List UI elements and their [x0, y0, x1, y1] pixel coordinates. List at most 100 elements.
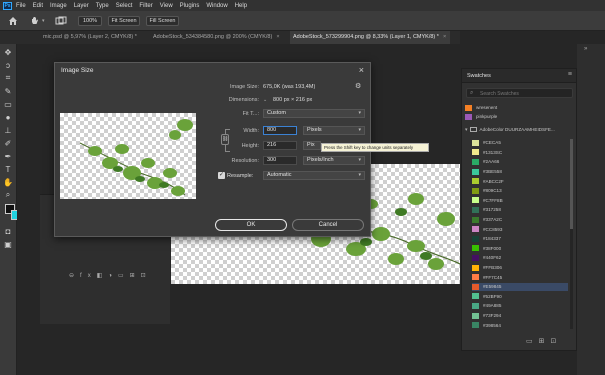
swatch-item[interactable]: #440F62	[472, 254, 501, 262]
chevron-down-icon: ▾	[358, 172, 361, 178]
fill-screen-button[interactable]: Fill Screen	[146, 16, 179, 26]
resolution-label: Resolution:	[231, 158, 259, 164]
cancel-button[interactable]: Cancel	[292, 219, 364, 231]
swatch-label: #809C13	[483, 188, 502, 194]
eraser-tool-icon[interactable]: ▭	[3, 99, 13, 109]
screen-mode-icon[interactable]: ▣	[3, 239, 13, 249]
resample-checkbox[interactable]: ✓	[218, 172, 225, 179]
chevron-down-icon[interactable]: ⌄	[263, 97, 267, 103]
swatch-item[interactable]: #1313SC	[472, 149, 502, 157]
swatch-item[interactable]: #73F294	[472, 312, 501, 320]
menu-type[interactable]: Type	[96, 3, 109, 9]
panel-menu-icon[interactable]: ≡	[568, 71, 572, 78]
tab-mic-psd[interactable]: mic.psd @ 5,97% (Layer 2, CMYK/8) *×	[40, 31, 144, 53]
hand-tool-icon[interactable]: ✋	[3, 177, 13, 187]
swatch-item[interactable]: #FF7C45	[472, 273, 502, 281]
menu-edit[interactable]: Edit	[33, 3, 43, 9]
swatch-chip	[472, 206, 479, 213]
photoshop-logo: Ps	[3, 1, 12, 10]
swatch-label: #73F294	[483, 313, 502, 319]
move-tool-icon[interactable]: ✥	[3, 47, 13, 57]
menu-file[interactable]: File	[16, 3, 26, 9]
swatch-chip	[472, 158, 479, 165]
dimensions-value: 800 px × 216 px	[273, 97, 313, 103]
swatches-footer-icons[interactable]: ▭⊞⊡	[526, 337, 562, 345]
scrollbar-track[interactable]	[570, 139, 573, 329]
panel-title[interactable]: Swatches	[467, 73, 491, 79]
swatch-item[interactable]: #398564	[472, 321, 501, 329]
fit-to-select[interactable]: Custom ▾	[263, 109, 365, 118]
close-icon[interactable]: ×	[359, 65, 364, 75]
swatch-item[interactable]: wresenent	[465, 104, 497, 112]
menu-image[interactable]: Image	[50, 3, 67, 9]
menu-plugins[interactable]: Plugins	[180, 3, 200, 9]
swatch-chip	[472, 187, 479, 194]
width-unit-select[interactable]: Pixels ▾	[303, 126, 365, 135]
brush-tool-icon[interactable]: ✎	[3, 86, 13, 96]
lasso-tool-icon[interactable]: ↄ	[3, 60, 13, 70]
swatch-item[interactable]: #52BF90	[472, 293, 502, 301]
clone-stamp-tool-icon[interactable]: ⊥	[3, 125, 13, 135]
menu-window[interactable]: Window	[206, 3, 227, 9]
scrollbar-thumb[interactable]	[570, 139, 573, 229]
layers-footer-icons[interactable]: ⊖fx◧◑▭⊞⊡	[69, 272, 152, 279]
menu-filter[interactable]: Filter	[139, 3, 152, 9]
swatch-item[interactable]: #38F000	[472, 245, 501, 253]
swatch-item[interactable]: #3BE558	[472, 168, 502, 176]
tab-adobestock-534384580[interactable]: AdobeStock_534384580.png @ 200% (CMYK/8)…	[150, 31, 280, 44]
swatch-group-header[interactable]: ▾ AdobeColor DUURZAAMHEIDSFE...	[465, 125, 575, 134]
swatch-item[interactable]: pinkpurple	[465, 113, 497, 121]
swatch-item[interactable]: #2AA66	[472, 158, 499, 166]
swatch-item[interactable]: #184337	[472, 235, 501, 243]
resolution-unit-select[interactable]: Pixels/Inch ▾	[303, 156, 365, 165]
menu-layer[interactable]: Layer	[74, 3, 89, 9]
dialog-title: Image Size	[61, 67, 94, 74]
menu-help[interactable]: Help	[235, 3, 247, 9]
swatch-chip	[472, 322, 479, 329]
swatch-item[interactable]: #FFB306	[472, 264, 502, 272]
height-input[interactable]: 216	[263, 141, 297, 150]
swatch-item[interactable]: #337A2C	[472, 216, 502, 224]
home-icon[interactable]	[8, 16, 18, 26]
quick-mask-icon[interactable]: ◘	[3, 226, 13, 236]
zoom-100-button[interactable]: 100%	[78, 16, 102, 26]
zoom-tool-icon[interactable]: ⌕	[3, 190, 13, 200]
menu-select[interactable]: Select	[116, 3, 133, 9]
tab-adobestock-573299904[interactable]: AdobeStock_573299904.png @ 8,33% (Layer …	[290, 31, 450, 44]
history-brush-tool-icon[interactable]: ✐	[3, 138, 13, 148]
menu-view[interactable]: View	[160, 3, 173, 9]
pen-tool-icon[interactable]: ✒	[3, 151, 13, 161]
close-icon[interactable]: ×	[443, 31, 446, 44]
swatch-item[interactable]: #49A885	[472, 302, 501, 310]
crop-tool-icon[interactable]: ⌗	[3, 73, 13, 83]
swatch-item[interactable]: #E59845	[472, 283, 568, 291]
width-input[interactable]: 800	[263, 126, 297, 135]
chevron-down-icon[interactable]: ▾	[42, 18, 45, 24]
gear-icon[interactable]: ⚙	[355, 82, 361, 90]
hand-tool-icon[interactable]	[30, 16, 40, 26]
tab-label: AdobeStock_534384580.png @ 200% (CMYK/8)	[153, 34, 273, 40]
collapsed-panels-strip: »	[577, 44, 605, 375]
height-unit-select[interactable]: Pix	[303, 141, 321, 150]
blur-tool-icon[interactable]: ●	[3, 112, 13, 122]
ok-button[interactable]: OK	[215, 219, 287, 231]
scroll-all-windows-icon[interactable]	[55, 16, 67, 26]
resample-select[interactable]: Automatic ▾	[263, 171, 365, 180]
swatch-item[interactable]: #C7FF8B	[472, 197, 503, 205]
swatch-item[interactable]: #CECA5	[472, 139, 501, 147]
swatch-item[interactable]: #CC8593	[472, 225, 502, 233]
swatch-label: #337A2C	[483, 217, 503, 223]
chevron-down-icon[interactable]: ▾	[465, 127, 468, 133]
search-placeholder: Search Swatches	[480, 91, 519, 97]
swatch-item[interactable]: #ABCC2F	[472, 177, 504, 185]
resolution-input[interactable]: 300	[263, 156, 297, 165]
panel-collapse-icon[interactable]: »	[584, 46, 598, 56]
swatch-item[interactable]: #317258	[472, 206, 501, 214]
fit-screen-button[interactable]: Fit Screen	[108, 16, 140, 26]
document-tab-bar: mic.psd @ 5,97% (Layer 2, CMYK/8) *× Ado…	[0, 31, 460, 53]
text-tool-icon[interactable]: T	[3, 164, 13, 174]
swatch-label: #317258	[483, 207, 501, 213]
swatch-item[interactable]: #809C13	[472, 187, 502, 195]
swatch-search-field[interactable]: ⌕ Search Swatches	[466, 88, 573, 98]
close-icon[interactable]: ×	[276, 31, 279, 44]
